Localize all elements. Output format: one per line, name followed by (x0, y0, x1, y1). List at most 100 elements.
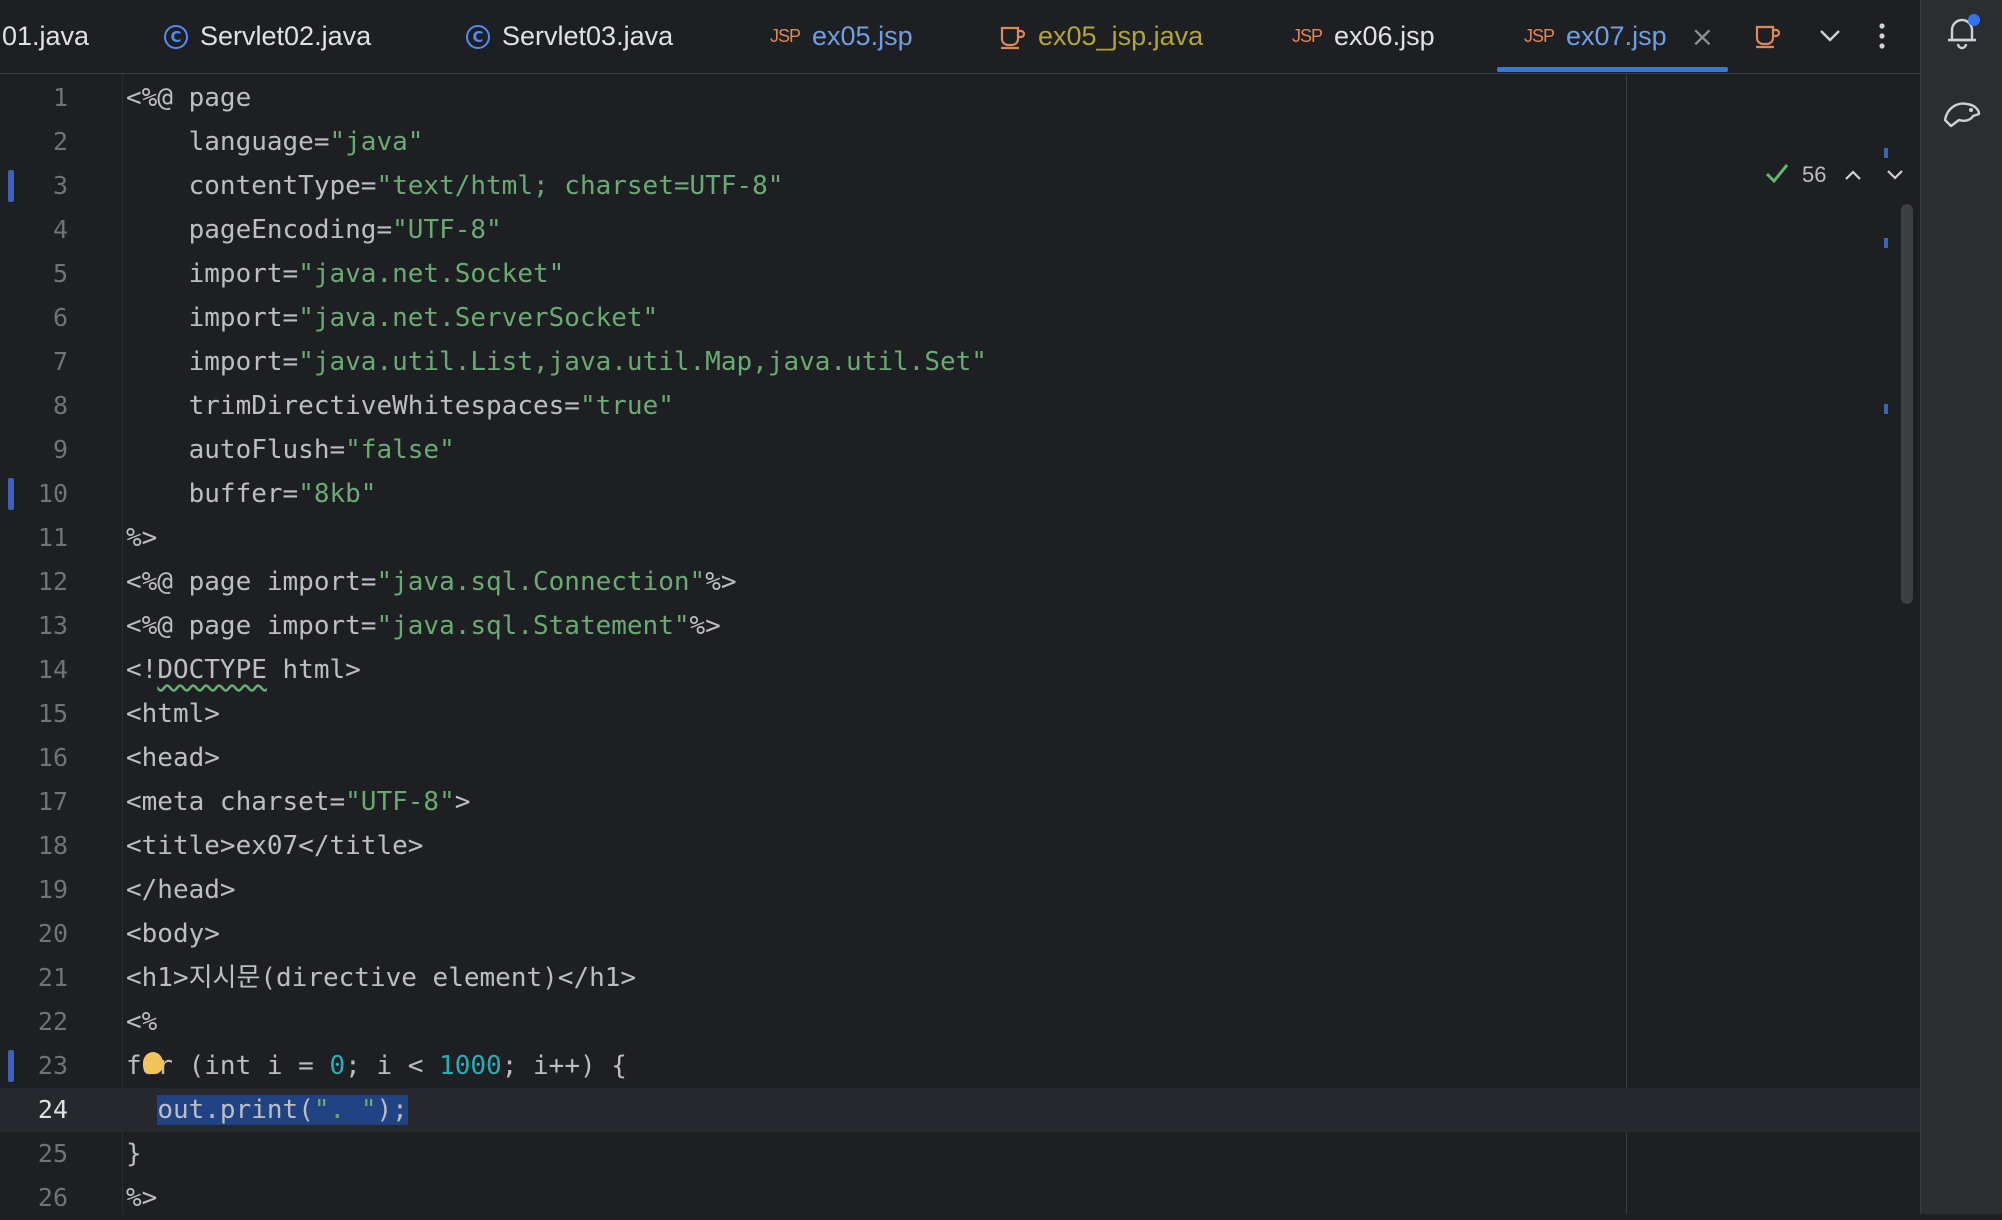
line-number: 19 (37, 875, 68, 904)
line-number: 16 (37, 743, 68, 772)
code-token: <%@ page (126, 83, 252, 113)
change-marker[interactable] (1884, 238, 1888, 248)
code-text: pageEncoding="UTF-8" (126, 208, 502, 252)
code-token: trimDirectiveWhitespaces= (126, 391, 580, 421)
line-number: 13 (37, 611, 68, 640)
line-number: 21 (37, 963, 68, 992)
code-line[interactable]: 7 import="java.util.List,java.util.Map,j… (0, 340, 1620, 384)
line-number: 8 (52, 391, 68, 420)
code-editor[interactable]: 1 <%@ page 2 language="java" 3 contentType=… (0, 74, 1920, 1214)
code-line[interactable]: 18 <title>ex07</title> (0, 824, 1620, 868)
class-icon: C (164, 24, 188, 49)
code-token: </head> (126, 875, 236, 905)
code-line[interactable]: 22 <% (0, 1000, 1620, 1044)
code-token: <head> (126, 743, 220, 773)
change-marker[interactable] (1884, 148, 1888, 158)
line-number: 1 (52, 83, 68, 112)
tab-label: 01.java (2, 21, 90, 51)
code-line[interactable]: 9 autoFlush="false" (0, 428, 1620, 472)
code-text: contentType="text/html; charset=UTF-8" (126, 164, 784, 208)
code-token: %> (126, 523, 158, 553)
inspection-widget[interactable]: 56 (1764, 160, 1910, 190)
code-text: import="java.util.List,java.util.Map,jav… (126, 340, 987, 384)
code-text: <%@ page import="java.sql.Statement"%> (126, 604, 721, 648)
code-line[interactable]: 17 <meta charset="UTF-8"> (0, 780, 1620, 824)
code-token: <body> (126, 919, 220, 949)
code-line[interactable]: 26 %> (0, 1176, 1620, 1220)
code-line[interactable]: 2 language="java" (0, 120, 1620, 164)
code-token: "UTF-8" (392, 215, 502, 245)
code-token: ); (376, 1095, 408, 1125)
tab-ex07-jsp[interactable]: JSP ex07.jsp × (1524, 0, 1714, 73)
code-text: buffer="8kb" (126, 472, 377, 516)
ai-assistant-icon[interactable] (1940, 92, 1984, 136)
close-icon[interactable]: × (1691, 20, 1714, 53)
code-line[interactable]: 11 %> (0, 516, 1620, 560)
code-line[interactable]: 4 pageEncoding="UTF-8" (0, 208, 1620, 252)
lightbulb-icon[interactable] (143, 1052, 163, 1074)
code-line[interactable]: 13 <%@ page import="java.sql.Statement"%> (0, 604, 1620, 648)
more-vertical-icon[interactable] (1860, 14, 1904, 58)
code-line[interactable]: 20 <body> (0, 912, 1620, 956)
chevron-down-icon[interactable] (1808, 14, 1852, 58)
code-line[interactable]: 25} (0, 1132, 1620, 1176)
code-line[interactable]: 16 <head> (0, 736, 1620, 780)
code-text: out.print(". "); (126, 1088, 408, 1132)
code-token: html> (266, 655, 361, 685)
code-line[interactable]: 19 </head> (0, 868, 1620, 912)
code-text: </head> (126, 868, 236, 912)
line-number: 4 (52, 215, 68, 244)
code-text: for (int i = 0; i < 1000; i++) { (126, 1044, 627, 1088)
jsp-icon: JSP (770, 26, 801, 46)
tab-servlet03[interactable]: C Servlet03.java (466, 0, 673, 73)
code-text: <body> (126, 912, 220, 956)
line-number: 25 (37, 1139, 68, 1168)
code-text: language="java" (126, 120, 424, 164)
code-text: %> (126, 516, 157, 560)
tab-label: Servlet03.java (502, 21, 674, 51)
tab-label: ex06.jsp (1334, 21, 1435, 51)
code-line[interactable]: 15 <html> (0, 692, 1620, 736)
java-cup-icon[interactable] (1745, 14, 1789, 58)
tab-ex05-jsp[interactable]: JSP ex05.jsp (770, 0, 913, 73)
line-number: 2 (52, 127, 68, 156)
code-token: <%@ page import= (126, 567, 377, 597)
code-token: "java.net.Socket" (298, 259, 565, 289)
code-line[interactable]: 1 <%@ page (0, 76, 1620, 120)
tab-servlet01[interactable]: C 01.java (0, 0, 89, 73)
tab-label: Servlet02.java (200, 21, 372, 51)
code-line[interactable]: 23 for (int i = 0; i < 1000; i++) { (0, 1044, 1620, 1088)
tab-ex06-jsp[interactable]: JSP ex06.jsp (1292, 0, 1435, 73)
code-line[interactable]: 6 import="java.net.ServerSocket" (0, 296, 1620, 340)
tab-label: ex07.jsp (1566, 21, 1667, 51)
code-token: "java.sql.Connection" (376, 567, 706, 597)
code-line[interactable]: 3 contentType="text/html; charset=UTF-8" (0, 164, 1620, 208)
code-token: %> (705, 567, 737, 597)
code-token: "java.util.List,java.util.Map,java.util.… (298, 347, 987, 377)
code-line[interactable]: 21 <h1>지시문(directive element)</h1> (0, 956, 1620, 1000)
tab-ex05-jsp-java[interactable]: ex05_jsp.java (998, 0, 1203, 73)
chevron-down-icon[interactable] (1880, 160, 1910, 190)
code-token: import= (126, 347, 299, 377)
line-number: 5 (52, 259, 68, 288)
line-number: 24 (37, 1095, 68, 1124)
vertical-scrollbar[interactable] (1901, 204, 1913, 604)
code-line[interactable]: 10 buffer="8kb" (0, 472, 1620, 516)
code-token: buffer= (126, 479, 299, 509)
code-line[interactable]: 12 <%@ page import="java.sql.Connection"%… (0, 560, 1620, 604)
code-line[interactable]: 24 out.print(". "); (0, 1088, 1620, 1132)
code-line[interactable]: 8 trimDirectiveWhitespaces="true" (0, 384, 1620, 428)
tab-servlet02[interactable]: C Servlet02.java (164, 0, 371, 73)
change-marker[interactable] (1884, 404, 1888, 414)
code-line[interactable]: 5 import="java.net.Socket" (0, 252, 1620, 296)
code-token: > (454, 787, 471, 817)
code-token: <title>ex07</title> (126, 831, 424, 861)
code-token: <meta charset= (126, 787, 346, 817)
notifications-bell-icon[interactable] (1940, 10, 1984, 54)
code-token: out.print( (157, 1095, 314, 1125)
code-line[interactable]: 14 <!DOCTYPE html> (0, 648, 1620, 692)
line-number: 11 (37, 523, 68, 552)
code-token: "UTF-8" (345, 787, 455, 817)
class-icon: C (466, 24, 490, 49)
chevron-up-icon[interactable] (1838, 160, 1868, 190)
